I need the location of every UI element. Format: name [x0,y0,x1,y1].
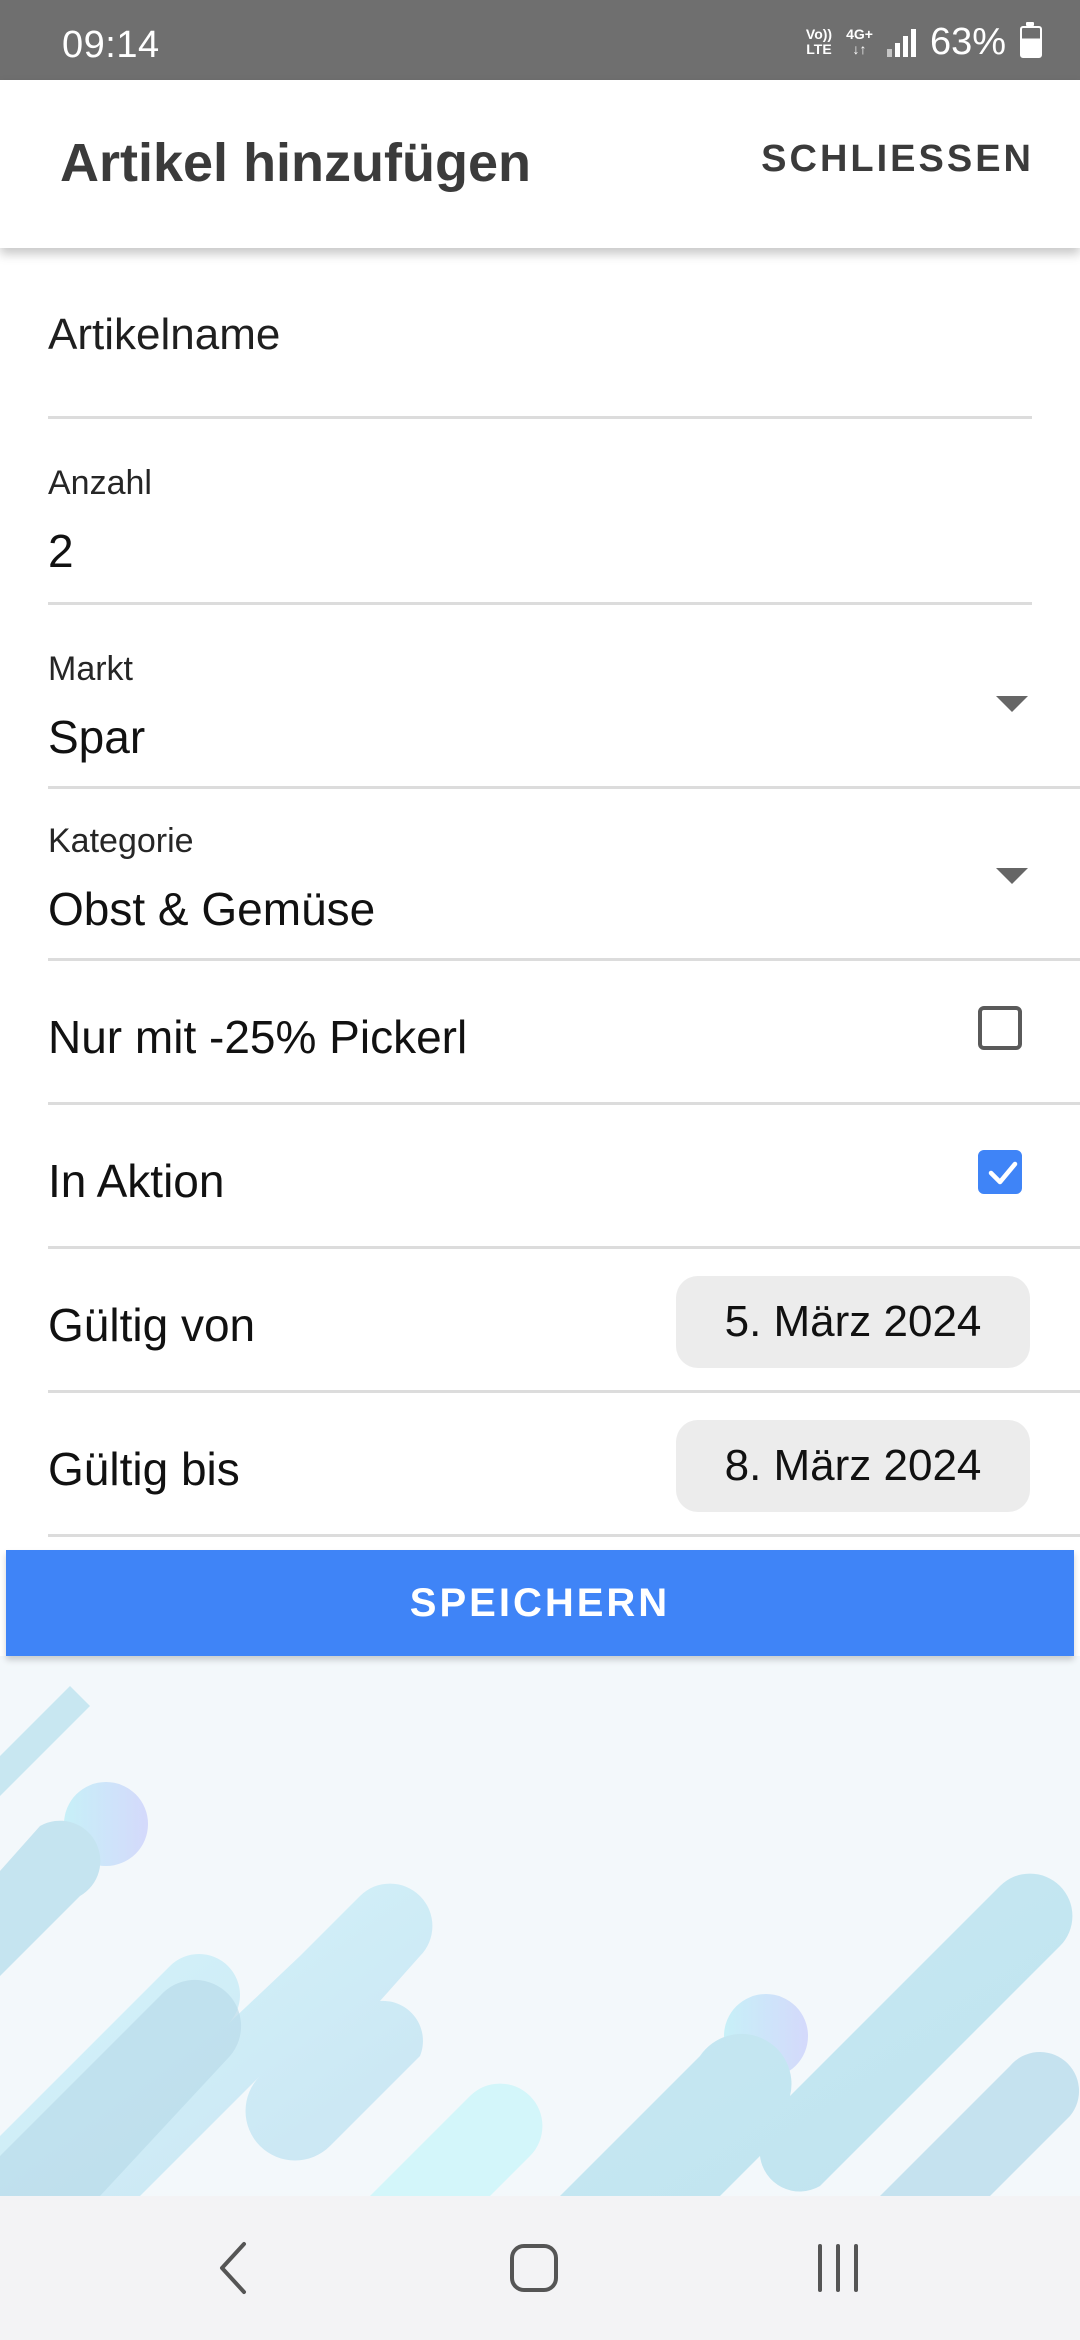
divider [48,416,1032,419]
page-title: Artikel hinzufügen [60,133,531,193]
save-button[interactable]: SPEICHERN [6,1550,1074,1656]
category-label: Kategorie [48,822,194,860]
volte-bottom: LTE [806,41,832,57]
market-value: Spar [48,711,146,763]
close-button[interactable]: SCHLIESSEN [761,138,1034,181]
network-top: 4G+ [846,26,873,42]
category-value: Obst & Gemüse [48,883,376,935]
divider [48,1390,1080,1393]
valid-to-date-button[interactable]: 8. März 2024 [676,1420,1030,1512]
divider [48,602,1032,605]
market-label: Markt [48,650,133,688]
decorative-background [0,1656,1080,2196]
back-button[interactable] [194,2236,274,2300]
article-name-input[interactable]: Artikelname [48,310,280,360]
status-bar: 09:14 Vo)) LTE 4G+ ↓↑ 63% [0,0,1080,80]
recents-bars-icon [818,2244,858,2292]
system-nav-bar [0,2196,1080,2340]
back-chevron-icon [220,2242,246,2294]
home-square-icon [510,2244,558,2292]
chevron-down-icon [996,696,1028,712]
volte-top: Vo)) [805,26,833,42]
sticker-checkbox[interactable] [978,1006,1022,1050]
background-shapes-illustration [0,1686,1080,2196]
divider [48,1102,1080,1105]
valid-from-date-button[interactable]: 5. März 2024 [676,1276,1030,1368]
quantity-label: Anzahl [48,464,152,502]
sticker-label: Nur mit -25% Pickerl [48,1011,468,1063]
battery-icon [1020,22,1042,58]
status-time: 09:14 [62,24,160,66]
app-bar: Artikel hinzufügen SCHLIESSEN [0,80,1080,248]
valid-from-label: Gültig von [48,1299,256,1351]
quantity-input[interactable]: 2 [48,524,74,578]
divider [48,786,1080,789]
checkmark-icon [988,1161,1018,1185]
signal-icon [886,27,916,57]
divider [48,1534,1080,1537]
network-type-icon: 4G+ ↓↑ [846,27,873,57]
recents-button[interactable] [798,2236,878,2300]
battery-percent: 63% [929,20,1006,63]
promo-label: In Aktion [48,1155,225,1207]
network-bottom: ↓↑ [852,41,867,57]
status-icons: Vo)) LTE 4G+ ↓↑ 63% [806,20,1042,64]
home-button[interactable] [494,2236,574,2300]
divider [48,958,1080,961]
chevron-down-icon [996,868,1028,884]
promo-checkbox[interactable] [978,1150,1022,1194]
divider [48,1246,1080,1249]
valid-to-label: Gültig bis [48,1443,240,1495]
volte-icon: Vo)) LTE [806,27,832,57]
